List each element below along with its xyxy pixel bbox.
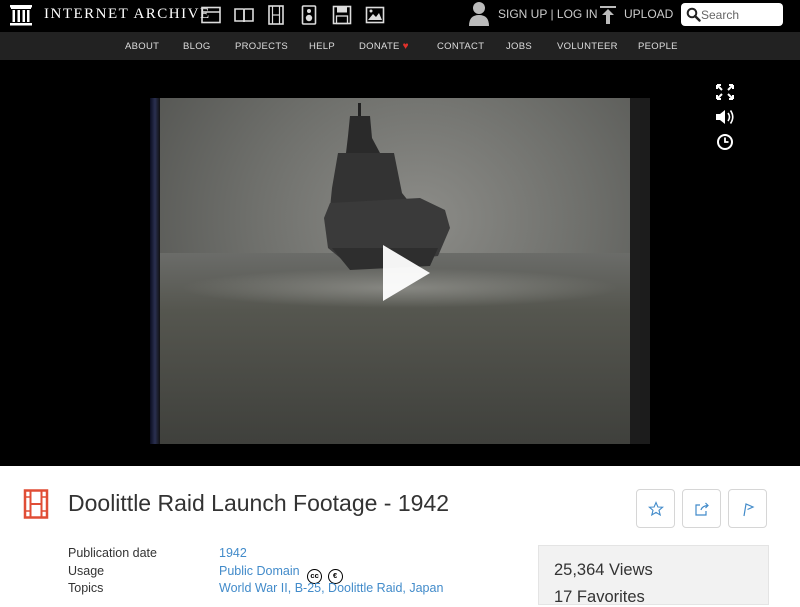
share-icon <box>694 502 709 516</box>
film-border-right <box>630 98 650 444</box>
nav-contact[interactable]: CONTACT <box>437 41 484 52</box>
web-icon[interactable] <box>200 4 222 26</box>
nav-people[interactable]: PEOPLE <box>638 41 678 52</box>
flag-button[interactable] <box>728 489 767 528</box>
video-icon[interactable] <box>265 4 287 26</box>
views-count: 25,364 Views <box>554 561 653 579</box>
texts-icon[interactable] <box>233 4 255 26</box>
user-icon[interactable] <box>468 1 490 27</box>
internet-archive-logo-icon[interactable] <box>9 3 33 27</box>
flag-icon <box>742 502 754 516</box>
software-icon[interactable] <box>331 4 353 26</box>
volume-icon[interactable] <box>714 107 736 127</box>
movie-film-icon <box>23 489 49 519</box>
nav-bar: ABOUT BLOG PROJECTS HELP DONATE ♥ CONTAC… <box>0 32 800 60</box>
heart-icon: ♥ <box>402 41 409 52</box>
favorites-count: 17 Favorites <box>554 588 645 606</box>
share-button[interactable] <box>682 489 721 528</box>
signup-login-link[interactable]: SIGN UP | LOG IN <box>498 7 598 21</box>
film-edge <box>150 98 160 444</box>
search-box[interactable] <box>681 3 783 26</box>
upload-icon[interactable] <box>599 5 617 25</box>
site-name[interactable]: INTERNET ARCHIVE <box>44 6 211 23</box>
topics-label: Topics <box>68 581 104 595</box>
publication-date-label: Publication date <box>68 546 157 560</box>
clock-icon[interactable] <box>714 132 736 152</box>
nav-donate[interactable]: DONATE ♥ <box>359 41 409 52</box>
usage-link[interactable]: Public Domain <box>219 564 300 578</box>
nav-volunteer[interactable]: VOLUNTEER <box>557 41 618 52</box>
top-bar: INTERNET ARCHIVE SIGN UP | LOG IN UPLOAD <box>0 0 800 32</box>
fullscreen-icon[interactable] <box>714 82 736 102</box>
search-icon[interactable] <box>686 7 701 22</box>
favorite-star-icon <box>647 500 664 516</box>
upload-link[interactable]: UPLOAD <box>624 7 673 21</box>
item-title: Doolittle Raid Launch Footage - 1942 <box>68 490 450 516</box>
favorite-button[interactable] <box>636 489 675 528</box>
nav-about[interactable]: ABOUT <box>125 41 159 52</box>
video-player[interactable] <box>0 60 800 466</box>
nav-donate-label: DONATE <box>359 41 400 52</box>
search-input[interactable] <box>701 5 779 24</box>
stats-panel: 25,364 Views 17 Favorites <box>538 545 769 606</box>
nav-jobs[interactable]: JOBS <box>506 41 532 52</box>
topics-links[interactable]: World War II, B-25, Doolittle Raid, Japa… <box>219 581 443 595</box>
nav-blog[interactable]: BLOG <box>183 41 211 52</box>
play-icon[interactable] <box>375 243 435 303</box>
usage-label: Usage <box>68 564 105 578</box>
nav-help[interactable]: HELP <box>309 41 335 52</box>
images-icon[interactable] <box>364 4 386 26</box>
audio-icon[interactable] <box>298 4 320 26</box>
publication-date-link[interactable]: 1942 <box>219 546 247 560</box>
nav-projects[interactable]: PROJECTS <box>235 41 288 52</box>
